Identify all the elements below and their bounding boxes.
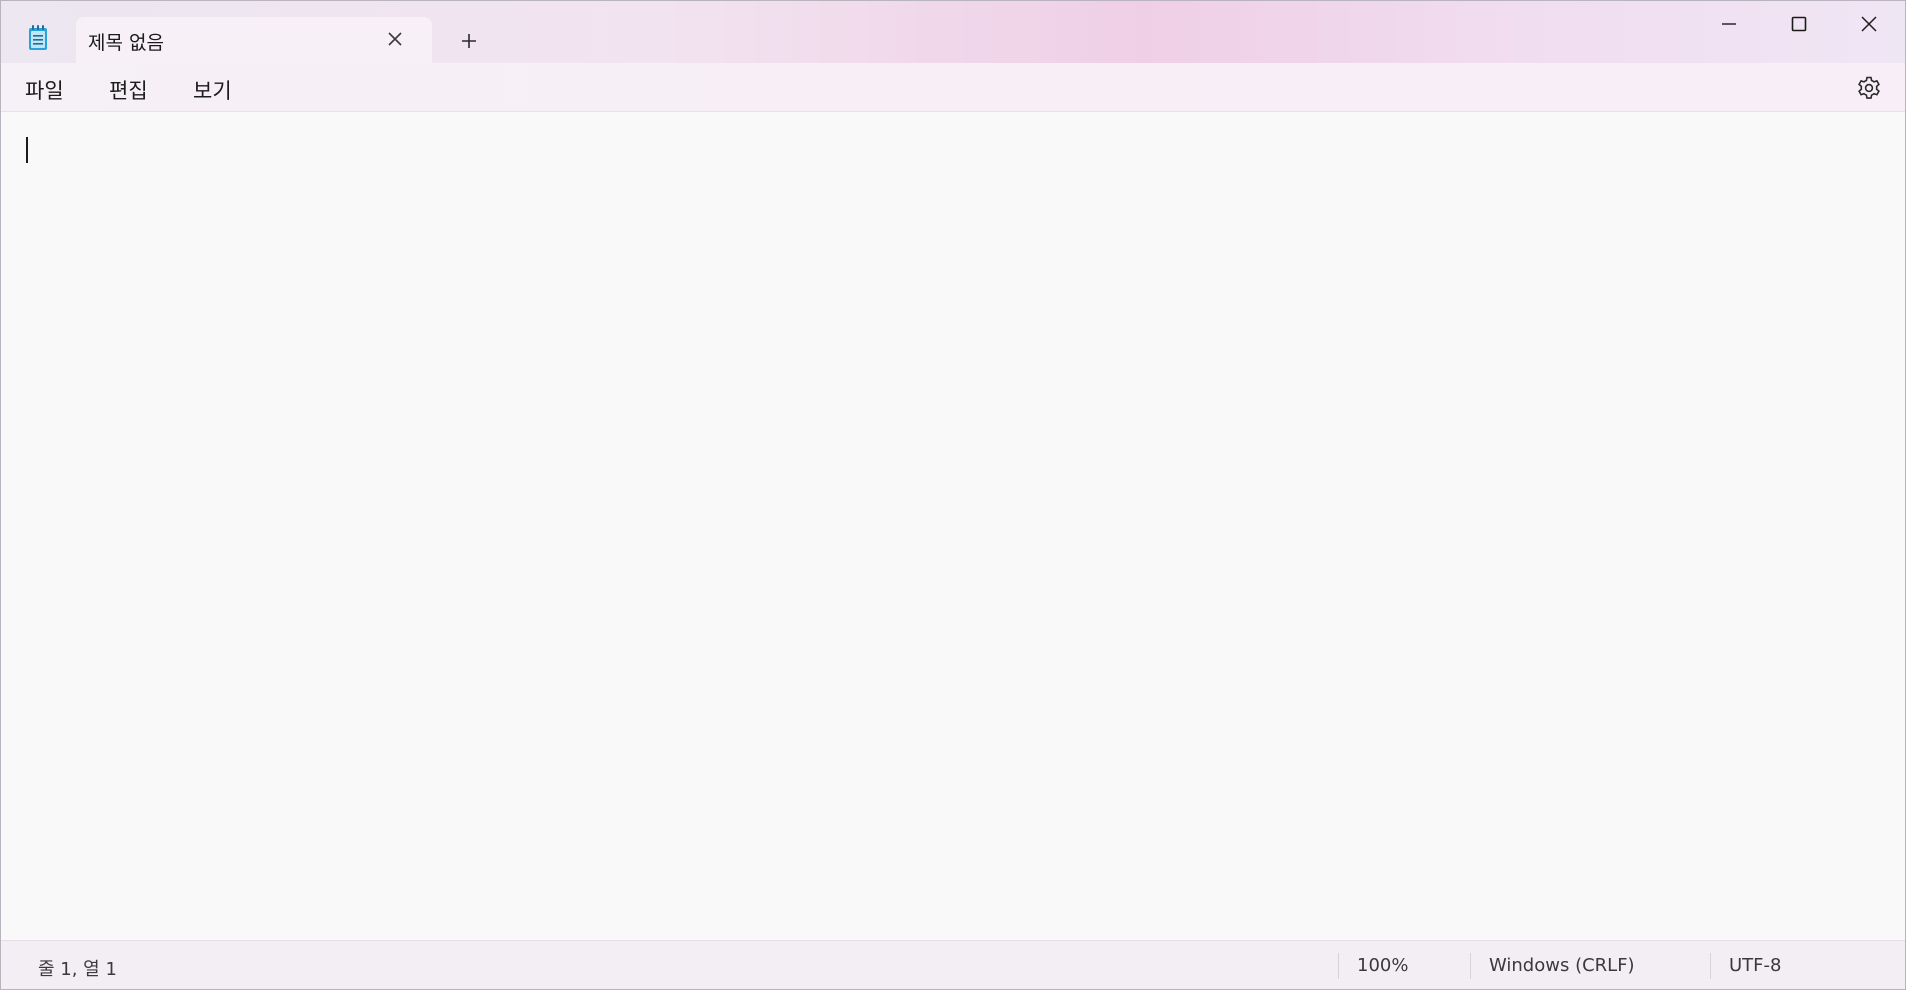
tab-close-icon[interactable]: [385, 29, 405, 49]
menu-edit[interactable]: 편집: [105, 73, 152, 107]
tab-untitled[interactable]: 제목 없음: [76, 17, 432, 63]
tab-title: 제목 없음: [88, 32, 164, 54]
notepad-window: 제목 없음 파일 편집 보기 줄 1, 열 1 100% Windows (CR…: [0, 0, 1906, 990]
maximize-icon[interactable]: [1777, 9, 1821, 39]
zoom-level[interactable]: 100%: [1357, 955, 1408, 976]
menu-bar: 파일 편집 보기: [1, 63, 1905, 112]
status-bar: 줄 1, 열 1 100% Windows (CRLF) UTF-8: [1, 940, 1905, 989]
menu-view[interactable]: 보기: [189, 73, 236, 107]
cursor-position: 줄 1, 열 1: [38, 959, 117, 980]
status-divider: [1338, 953, 1339, 979]
text-caret: [26, 137, 28, 163]
menu-file[interactable]: 파일: [21, 73, 68, 107]
window-close-icon[interactable]: [1847, 9, 1891, 39]
notepad-icon: [27, 25, 49, 51]
line-ending[interactable]: Windows (CRLF): [1489, 955, 1635, 976]
gear-icon[interactable]: [1856, 75, 1882, 101]
title-bar: 제목 없음: [1, 1, 1905, 63]
new-tab-plus-icon[interactable]: [457, 29, 481, 53]
text-editor[interactable]: [1, 112, 1905, 940]
encoding[interactable]: UTF-8: [1729, 955, 1781, 976]
minimize-icon[interactable]: [1707, 9, 1751, 39]
status-divider: [1470, 953, 1471, 979]
status-divider: [1710, 953, 1711, 979]
